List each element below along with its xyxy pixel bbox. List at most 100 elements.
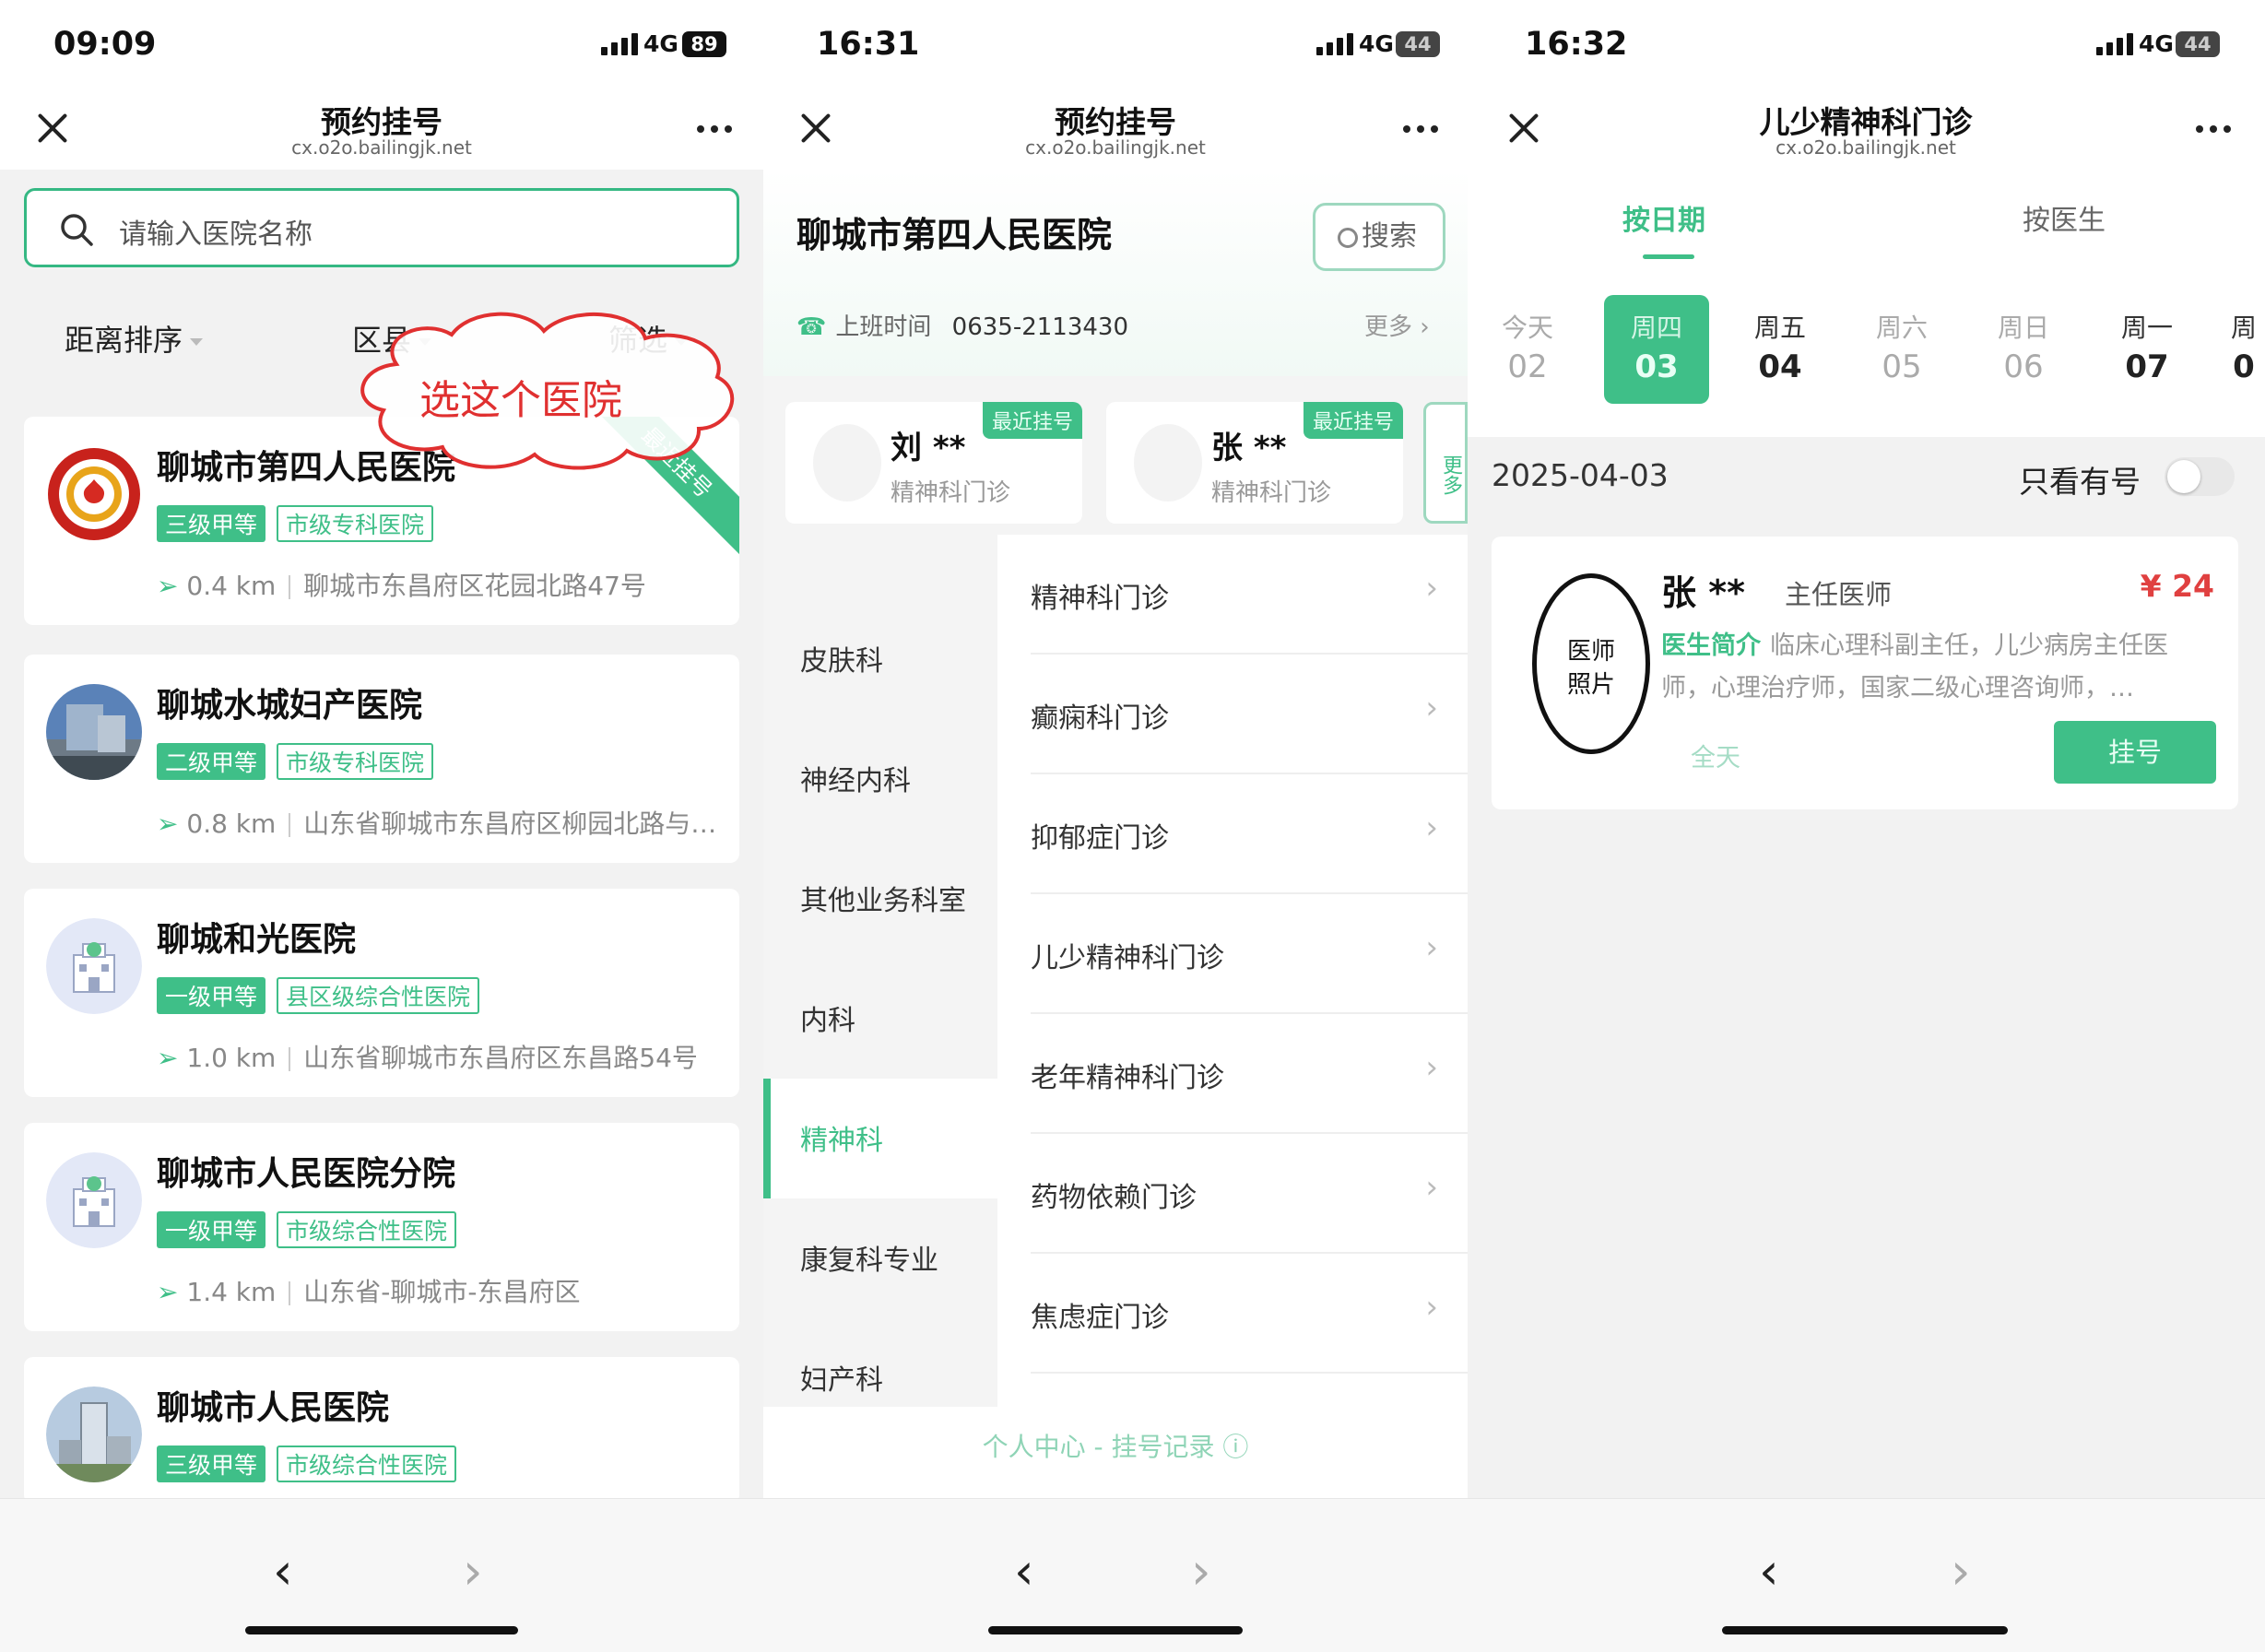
- search-input[interactable]: 请输入医院名称: [24, 188, 739, 267]
- recent-doctor-card[interactable]: 张 ** 精神科门诊 最近挂号: [1106, 402, 1403, 524]
- hospital-list-screen: 09:09 4G 89 预约挂号 cx.o2o.bailingjk.net 请输…: [0, 0, 763, 1652]
- grade-badge: 三级甲等: [157, 1446, 266, 1482]
- doctor-photo: 医师 照片: [1532, 573, 1650, 754]
- battery-icon: 44: [1396, 31, 1440, 57]
- status-time: 09:09: [53, 26, 157, 63]
- type-badge: 市级综合性医院: [277, 1211, 457, 1248]
- hospital-card[interactable]: 聊城和光医院 一级甲等 县区级综合性医院 ➢ 1.0 km 山东省聊城市东昌府区东…: [24, 889, 739, 1097]
- more-icon[interactable]: [1403, 125, 1438, 133]
- doctor-name: 张 **: [1211, 430, 1287, 466]
- battery-icon: 44: [2176, 31, 2220, 57]
- department-item[interactable]: 妇产科: [800, 1357, 883, 1398]
- back-chevron-icon[interactable]: ‹: [1759, 1547, 1779, 1597]
- hospital-distance-address: ➢ 1.0 km 山东省聊城市东昌府区东昌路54号: [157, 1043, 698, 1073]
- doctor-intro: 医生简介 临床心理科副主任，儿少病房主任医师，心理治疗师，国家二级心理咨询师，…: [1661, 631, 2168, 702]
- more-icon[interactable]: [2196, 125, 2231, 133]
- forward-chevron-icon[interactable]: ›: [463, 1547, 483, 1597]
- annotation-text: 选这个医院: [419, 377, 622, 424]
- date-option[interactable]: 周一 07: [2094, 295, 2200, 404]
- location-arrow-icon: ➢: [157, 1277, 179, 1307]
- department-item[interactable]: 神经内科: [800, 758, 911, 798]
- recent-doctor-card[interactable]: 刘 ** 精神科门诊 最近挂号: [785, 402, 1082, 524]
- date-option[interactable]: 周日 06: [1971, 295, 2076, 404]
- hospital-distance-address: ➢ 1.4 km 山东省-聊城市-东昌府区: [157, 1277, 581, 1307]
- back-chevron-icon[interactable]: ‹: [273, 1547, 293, 1597]
- close-icon[interactable]: [33, 109, 72, 148]
- grade-badge: 三级甲等: [157, 505, 266, 542]
- browser-bottom-bar: ‹ ›: [1468, 1498, 2265, 1652]
- sub-department-item[interactable]: 儿少精神科门诊 ›: [1031, 894, 1468, 1014]
- nav-bar: 预约挂号 cx.o2o.bailingjk.net: [0, 92, 763, 170]
- hospital-card[interactable]: 聊城水城妇产医院 二级甲等 市级专科医院 ➢ 0.8 km 山东省聊城市东昌府区柳…: [24, 655, 739, 863]
- doctor-title: 主任医师: [1785, 579, 1893, 610]
- hospital-default-icon: [46, 918, 142, 1014]
- hospital-distance-address: ➢ 0.4 km 聊城市东昌府区花园北路47号: [157, 571, 646, 601]
- recent-badge: 最近挂号: [1303, 402, 1403, 439]
- department-item[interactable]: 皮肤科: [800, 638, 883, 678]
- home-indicator: [245, 1626, 518, 1634]
- status-time: 16:32: [1525, 26, 1628, 63]
- sub-department-item[interactable]: 药物依赖门诊 ›: [1031, 1134, 1468, 1254]
- nav-bar: 儿少精神科门诊 cx.o2o.bailingjk.net: [1468, 92, 2265, 170]
- hospital-card[interactable]: 聊城市人民医院 三级甲等 市级综合性医院: [24, 1357, 739, 1504]
- sub-department-item[interactable]: 抑郁症门诊 ›: [1031, 774, 1468, 894]
- hospital-hours: ☎ 上班时间 0635-2113430: [796, 313, 1129, 341]
- department-item-active[interactable]: 精神科: [800, 1117, 883, 1158]
- date-option[interactable]: 今天 02: [1475, 295, 1580, 404]
- filter-distance-sort[interactable]: 距离排序: [65, 317, 204, 360]
- grade-badge: 一级甲等: [157, 977, 266, 1014]
- type-badge: 市级专科医院: [277, 505, 434, 542]
- date-option[interactable]: 周五 04: [1728, 295, 1833, 404]
- close-icon[interactable]: [796, 109, 835, 148]
- hospital-card[interactable]: 聊城市人民医院分院 一级甲等 市级综合性医院 ➢ 1.4 km 山东省-聊城市-东…: [24, 1123, 739, 1331]
- sub-department-item[interactable]: 焦虑症门诊 ›: [1031, 1254, 1468, 1374]
- tab-by-date[interactable]: 按日期: [1622, 197, 1705, 238]
- nav-bar: 预约挂号 cx.o2o.bailingjk.net: [763, 92, 1468, 170]
- doctor-name: 刘 **: [891, 430, 966, 466]
- back-chevron-icon[interactable]: ‹: [1014, 1547, 1034, 1597]
- department-item[interactable]: 内科: [800, 997, 855, 1038]
- hospital-tags: 一级甲等 县区级综合性医院: [157, 977, 480, 1014]
- more-icon[interactable]: [697, 125, 732, 133]
- hospital-name: 聊城市第四人民医院: [796, 215, 1113, 255]
- hospital-name: 聊城市人民医院分院: [157, 1155, 456, 1193]
- sub-department-item[interactable]: 老年精神科门诊 ›: [1031, 1014, 1468, 1134]
- hospital-distance-address: ➢ 0.8 km 山东省聊城市东昌府区柳园北路与…: [157, 808, 717, 839]
- department-item[interactable]: 其他业务科室: [800, 878, 966, 918]
- browser-bottom-bar: ‹ ›: [0, 1498, 763, 1652]
- close-icon[interactable]: [1504, 109, 1543, 148]
- page-url: cx.o2o.bailingjk.net: [1025, 136, 1206, 159]
- doctor-dept: 精神科门诊: [891, 479, 1011, 507]
- hospital-name: 聊城和光医院: [157, 921, 357, 959]
- sub-department-item[interactable]: 精神科门诊 ›: [1031, 535, 1468, 655]
- more-link[interactable]: 更多 ›: [1364, 308, 1430, 342]
- hospital-tags: 三级甲等 市级综合性医院: [157, 1446, 457, 1482]
- page-title: 预约挂号: [321, 104, 442, 140]
- search-icon: [61, 214, 93, 246]
- date-option-selected[interactable]: 周四 03: [1604, 295, 1709, 404]
- session-label: 全天: [1691, 744, 1740, 773]
- hospital-name: 聊城水城妇产医院: [157, 687, 423, 725]
- forward-chevron-icon[interactable]: ›: [1191, 1547, 1211, 1597]
- only-available-toggle[interactable]: [2165, 457, 2235, 496]
- chevron-right-icon: ›: [1425, 1289, 1438, 1326]
- hospital-tags: 二级甲等 市级专科医院: [157, 743, 434, 780]
- department-item[interactable]: 康复科专业: [800, 1237, 938, 1278]
- tab-by-doctor[interactable]: 按医生: [2023, 197, 2106, 238]
- forward-chevron-icon[interactable]: ›: [1951, 1547, 1971, 1597]
- hospital-default-icon: [46, 1152, 142, 1248]
- grade-badge: 二级甲等: [157, 743, 266, 780]
- recent-more-button[interactable]: 更多: [1423, 402, 1468, 524]
- date-option[interactable]: 周0: [2216, 295, 2265, 404]
- registration-record-link[interactable]: 个人中心 - 挂号记录 ⓘ: [763, 1407, 1468, 1498]
- chevron-right-icon: ›: [1425, 690, 1438, 726]
- chevron-down-icon: [190, 338, 204, 346]
- type-badge: 市级综合性医院: [277, 1446, 457, 1482]
- doctor-avatar: [813, 424, 881, 502]
- date-option[interactable]: 周六 05: [1849, 295, 1954, 404]
- type-badge: 县区级综合性医院: [277, 977, 480, 1014]
- register-button[interactable]: 挂号: [2054, 721, 2216, 784]
- search-button[interactable]: 搜索: [1313, 203, 1445, 271]
- sub-department-item[interactable]: 癫痫科门诊 ›: [1031, 655, 1468, 774]
- hospital-name: 聊城市人民医院: [157, 1389, 390, 1427]
